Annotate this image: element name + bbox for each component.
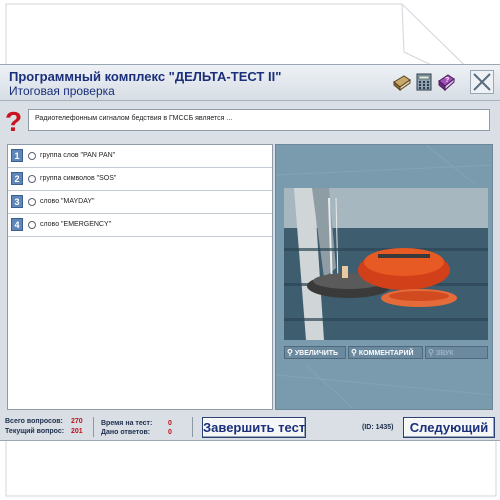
answers-given-label: Дано ответов: [101,429,151,436]
answers-given-value: 0 [168,429,172,436]
question-mark-icon: ? [5,107,22,137]
answer-radio[interactable] [28,175,36,183]
zoom-label: УВЕЛИЧИТЬ [294,350,339,357]
svg-text:?: ? [5,107,22,137]
comment-button[interactable]: ⚲ КОММЕНТАРИЙ [348,346,423,359]
answer-number: 4 [11,218,23,231]
question-id: (ID: 1435) [362,424,394,431]
comment-label: КОММЕНТАРИЙ [358,350,414,357]
current-question-value: 201 [71,428,83,435]
answer-radio[interactable] [28,198,36,206]
app-window: Программный комплекс "ДЕЛЬТА-ТЕСТ II" Ит… [0,64,500,441]
page-subtitle: Итоговая проверка [9,84,115,98]
life-raft-photo[interactable] [284,188,488,340]
answer-label: группа символов "SOS" [40,175,117,182]
answer-label: слово "MAYDAY" [40,198,95,205]
question-text: Радиотелефонным сигналом бедствия в ГМСС… [28,109,490,131]
answer-option-4[interactable]: 4 слово "EMERGENCY" [8,214,272,237]
zoom-button[interactable]: ⚲ УВЕЛИЧИТЬ [284,346,346,359]
test-time-label: Время на тест: [101,420,153,427]
answers-panel: 1 группа слов "PAN PAN" 2 группа символо… [7,144,273,410]
answer-number: 1 [11,149,23,162]
finish-test-button[interactable]: Завершить тест [202,417,306,438]
magnifier-icon: ⚲ [287,348,293,357]
magnifier-icon: ⚲ [428,348,434,357]
divider [192,417,193,437]
sound-label: ЗВУК [435,350,454,357]
book-icon[interactable] [392,72,412,92]
answer-option-2[interactable]: 2 группа символов "SOS" [8,168,272,191]
answer-option-1[interactable]: 1 группа слов "PAN PAN" [8,145,272,168]
footer-bar: Всего вопросов: 270 Текущий вопрос: 201 … [0,414,500,441]
answer-option-3[interactable]: 3 слово "MAYDAY" [8,191,272,214]
image-panel: ⚲ УВЕЛИЧИТЬ ⚲ КОММЕНТАРИЙ ⚲ ЗВУК [275,144,493,410]
sound-button[interactable]: ⚲ ЗВУК [425,346,488,359]
answer-radio[interactable] [28,221,36,229]
answer-label: слово "EMERGENCY" [40,221,112,228]
next-button[interactable]: Следующий [403,417,495,438]
answer-label: группа слов "PAN PAN" [40,152,116,159]
answer-radio[interactable] [28,152,36,160]
total-questions-value: 270 [71,418,83,425]
test-time-value: 0 [168,420,172,427]
app-title: Программный комплекс "ДЕЛЬТА-ТЕСТ II" [9,69,282,84]
header-bar: Программный комплекс "ДЕЛЬТА-ТЕСТ II" Ит… [0,65,500,101]
close-icon[interactable] [470,70,494,94]
total-questions-label: Всего вопросов: [5,418,63,425]
svg-text:?: ? [445,77,449,84]
magnifier-icon: ⚲ [351,348,357,357]
answer-number: 3 [11,195,23,208]
answer-number: 2 [11,172,23,185]
divider [93,417,94,437]
help-book-icon[interactable]: ? [436,72,456,92]
calculator-icon[interactable] [414,72,434,92]
current-question-label: Текущий вопрос: [5,428,65,435]
